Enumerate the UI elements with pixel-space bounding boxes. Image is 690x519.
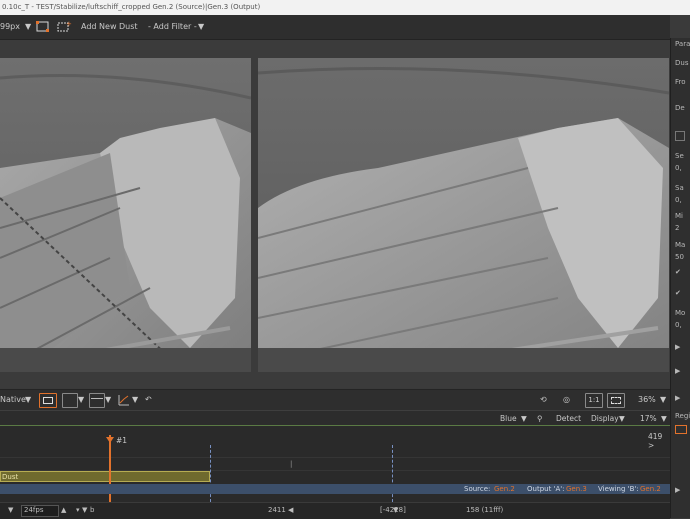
panel-label: Mi (675, 212, 683, 220)
fps-dropdown-icon[interactable]: ▲ (61, 506, 66, 514)
svg-text:+: + (66, 20, 72, 28)
parameters-panel: Para Dus Fro De Se 0, Sa 0, Mi 2 Ma 50 ✔… (670, 38, 690, 518)
percent-dropdown-icon[interactable]: ▼ (661, 414, 667, 423)
window-title: 0.10c_T - TEST/Stabilize/luftschiff_crop… (2, 3, 261, 11)
panel-label: Mo (675, 309, 686, 317)
fit-view-button[interactable] (607, 393, 625, 408)
panel-label: Sa (675, 184, 684, 192)
panel-label: Ma (675, 241, 686, 249)
in-marker-icon[interactable]: ▾ (76, 506, 80, 514)
expand-arrow-icon[interactable]: ▶ (675, 343, 680, 351)
viewing-label: Viewing 'B': (598, 485, 639, 493)
timeline-top-line (0, 425, 670, 426)
filter-dropdown-icon[interactable]: ▼ (198, 22, 204, 31)
output-image-graphic (258, 58, 669, 372)
compare-view-button[interactable] (89, 393, 105, 408)
overlay-icon[interactable]: ◎ (563, 395, 570, 404)
tool-toolbar: 99px ▼ + Add New Dust - Add Filter - ▼ (0, 15, 670, 40)
channel-selector[interactable]: Blue (500, 414, 517, 423)
track-tick: | (290, 460, 293, 468)
view-mode-dropdown[interactable]: Native (0, 395, 26, 404)
channel-dropdown-icon[interactable]: ▼ (521, 414, 527, 423)
panel-label[interactable]: 2 (675, 224, 679, 232)
region-button[interactable] (675, 425, 687, 434)
panel-label[interactable]: 0, (675, 321, 682, 329)
transport-bar: ▼ 24fps ▲ ▾ ▼ b 2411 ◀ [-4228] ▼ 158 (11… (0, 502, 670, 519)
source-label: Source: (464, 485, 491, 493)
display-dropdown-icon[interactable]: ▼ (619, 414, 625, 423)
single-view-icon (43, 397, 53, 404)
size-value[interactable]: 99px (0, 22, 20, 31)
detect-button[interactable]: Detect (556, 414, 581, 423)
transport-dropdown-icon[interactable]: ▼ (8, 506, 13, 514)
zoom-level[interactable]: 36% (638, 395, 656, 404)
display-dropdown[interactable]: Display (591, 414, 619, 423)
undo-icon[interactable]: ↶ (145, 395, 152, 404)
status-bar: Source: Gen.2 Output 'A': Gen.3 Viewing … (0, 484, 670, 494)
reset-view-icon[interactable]: ⟲ (540, 395, 547, 404)
panel-checkbox[interactable] (675, 131, 685, 141)
view-mode-dropdown-icon[interactable]: ▼ (25, 395, 31, 404)
output-value: Gen.3 (566, 485, 587, 493)
timeline-track[interactable] (0, 458, 670, 471)
fit-view-icon (611, 397, 621, 404)
add-new-dust-button[interactable]: Add New Dust (81, 22, 138, 31)
playhead-handle-icon[interactable] (106, 437, 114, 443)
panel-label: Para (675, 40, 690, 48)
viewer-controls-bar: Native ▼ ▼ ▼ ▼ ↶ ⟲ ◎ 1:1 36% ▼ (0, 389, 670, 410)
dust-track-label: Dust (2, 473, 19, 481)
add-rect-icon[interactable]: + (56, 20, 72, 33)
size-dropdown-icon[interactable]: ▼ (25, 22, 31, 31)
timeline-header: Blue ▼ ⚲ Detect Display ▼ 17% ▼ (0, 410, 670, 426)
compare-dropdown-icon[interactable]: ▼ (105, 395, 111, 404)
zoom-dropdown-icon[interactable]: ▼ (660, 395, 666, 404)
detect-icon[interactable]: ⚲ (537, 414, 543, 423)
timecode-start: 2411 (268, 506, 286, 514)
current-frame-icon[interactable]: ▼ (393, 506, 398, 514)
panel-label[interactable]: 0, (675, 196, 682, 204)
dust-track-clip[interactable]: Dust (0, 471, 210, 482)
one-to-one-button[interactable]: 1:1 (585, 393, 603, 408)
check-icon[interactable]: ✔ (675, 289, 681, 297)
source-frame-image[interactable] (0, 58, 251, 372)
expand-arrow-icon[interactable]: ▶ (675, 367, 680, 375)
panel-label[interactable]: De (675, 104, 685, 112)
window-title-bar: 0.10c_T - TEST/Stabilize/luftschiff_crop… (0, 0, 690, 15)
fps-field[interactable]: 24fps (21, 505, 59, 517)
panel-label[interactable]: 50 (675, 253, 684, 261)
add-filter-dropdown[interactable]: - Add Filter - (148, 22, 197, 31)
source-image-graphic (0, 58, 251, 372)
rect-select-icon[interactable] (35, 20, 51, 33)
curve-graph-icon[interactable] (118, 394, 130, 406)
single-view-button[interactable] (39, 393, 57, 408)
panel-label[interactable]: 0, (675, 164, 682, 172)
image-viewer[interactable] (0, 40, 670, 388)
curve-dropdown-icon[interactable]: ▼ (132, 395, 138, 404)
split-view-dropdown-icon[interactable]: ▼ (78, 395, 84, 404)
panel-label: Se (675, 152, 684, 160)
compare-line-icon (91, 398, 103, 399)
split-view-button[interactable] (62, 393, 78, 408)
expand-arrow-icon[interactable]: ▶ (675, 486, 680, 494)
step-back-icon[interactable]: ◀ (288, 506, 293, 514)
panel-label: Fro (675, 78, 686, 86)
output-frame-image[interactable] (258, 58, 669, 372)
expand-arrow-icon[interactable]: ▶ (675, 394, 680, 402)
out-marker-icon[interactable]: ▼ (82, 506, 87, 514)
panel-label: Regi (675, 412, 690, 420)
marker-b-label: b (90, 506, 95, 514)
marker-label: #1 (116, 436, 128, 445)
timeline-track[interactable] (0, 445, 670, 458)
viewing-value: Gen.2 (640, 485, 661, 493)
output-label: Output 'A': (527, 485, 565, 493)
panel-label[interactable]: Dus (675, 59, 688, 67)
timecode-end: 158 (11fff) (466, 506, 504, 514)
display-percent[interactable]: 17% (640, 414, 657, 423)
fps-value: 24fps (24, 506, 44, 514)
check-icon[interactable]: ✔ (675, 268, 681, 276)
source-value: Gen.2 (494, 485, 515, 493)
